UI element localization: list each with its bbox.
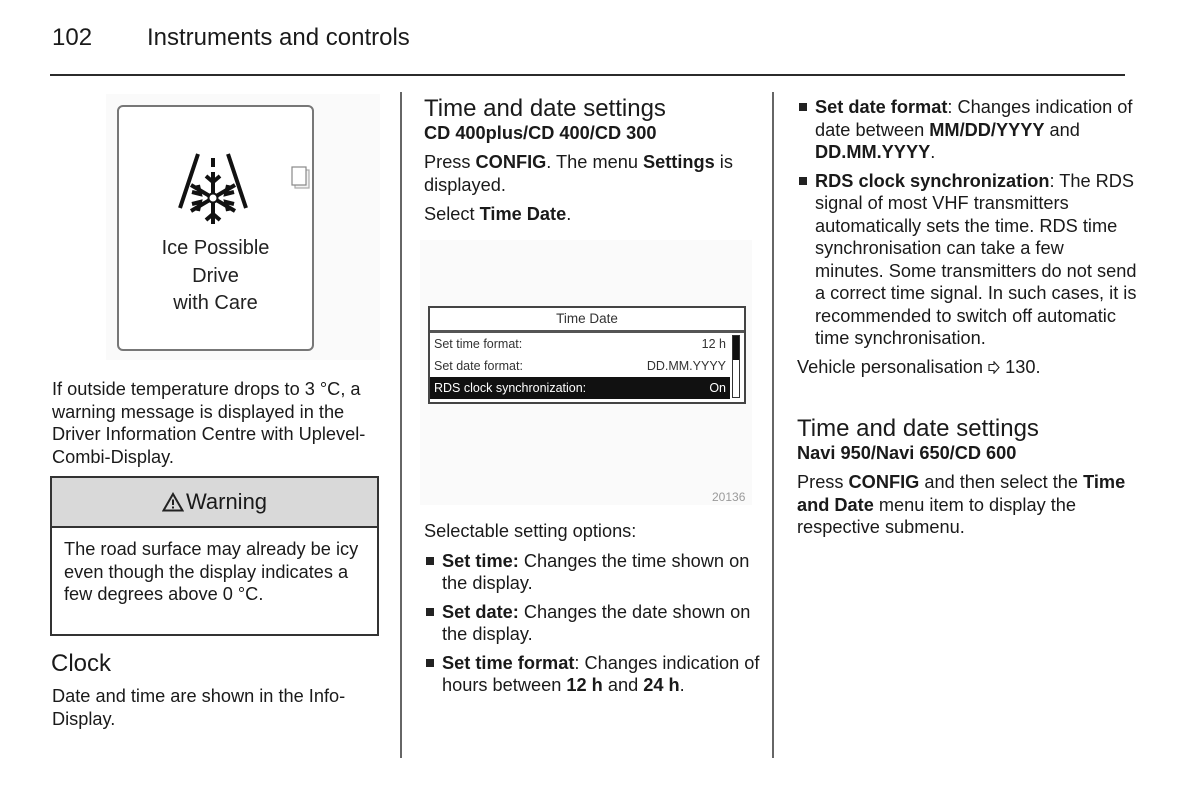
warning-text: The road surface may already be icy even… [64,539,359,604]
clock-paragraph: Date and time are shown in the Info-Disp… [52,686,346,729]
option-desc: and [1044,119,1080,140]
clock-heading: Clock [51,650,112,677]
list-item: Set time format: Changes indication of h… [424,652,764,697]
option-value: 12 h [566,675,603,695]
row-label: Set date format: [434,359,523,373]
header-rule [50,74,1125,76]
list-item: Set date format: Changes indication of d… [797,96,1137,164]
screen-scrollbar[interactable] [732,335,740,398]
text: and then select the [919,472,1084,492]
warning-box: Warning The road surface may already be … [50,476,379,636]
dic-message-line: with Care [173,292,258,314]
row-value: On [709,381,726,395]
section-heading: Time and date settings [797,415,1039,442]
section-subheading: CD 400plus/CD 400/CD 300 [424,123,657,143]
ice-warning-snowflake-icon [178,153,248,224]
text: . The menu [546,152,643,172]
arrow-reference-icon [988,359,1000,375]
column-divider [400,92,402,758]
screen-row-date-format[interactable]: Set date format: DD.MM.YYYY [430,355,744,377]
row-value: 12 h [701,337,726,351]
dic-message: Ice Possible Drive with Care [117,235,314,318]
option-desc: . [679,675,685,695]
option-value: MM/DD/YYYY [929,119,1045,140]
instruction-paragraph: Press CONFIG. The menu Settings is displ… [424,151,764,196]
option-value: DD.MM.YYYY [815,142,931,162]
xref-page: 130. [1000,356,1041,377]
section-subheading: Navi 950/Navi 650/CD 600 [797,443,1017,463]
settings-menu-label: Settings [643,152,715,172]
page-number: 102 [52,24,93,51]
figure-id: 20136 [712,490,746,504]
scrollbar-thumb[interactable] [733,336,739,360]
intro-paragraph: If outside temperature drops to 3 °C, a … [52,379,366,467]
option-term: Set time: [442,550,519,571]
option-desc: : The RDS signal of most VHF transmitter… [815,170,1137,349]
option-term: Set date format [815,97,948,117]
options-list-right: Set date format: Changes indication of d… [797,96,1137,378]
instruction-paragraph: Select Time Date. [424,203,764,226]
dic-message-line: Drive [192,264,239,287]
row-label: Set time format: [434,337,523,351]
text: . [566,204,572,224]
screen-row-rds-sync[interactable]: RDS clock synchronization: On [430,377,730,399]
section-heading: Time and date settings [424,95,666,122]
list-item: Set time: Changes the time shown on the … [424,550,764,595]
text: Press [797,472,849,492]
text: Select [424,204,480,224]
instruction-paragraph: Press CONFIG and then select the Time an… [797,471,1137,539]
list-item: RDS clock synchronization: The RDS signa… [797,170,1137,350]
options-intro: Selectable setting options: [424,521,637,541]
option-desc: and [602,675,644,695]
column-divider [772,92,774,758]
cross-reference[interactable]: Vehicle personalisation 130. [797,356,1137,379]
option-value: 24 h [643,675,680,695]
warning-triangle-icon [161,492,184,512]
option-term: Set time format [442,652,575,673]
row-label: RDS clock synchronization: [434,381,587,395]
page-icon [291,166,310,189]
option-term: Set date: [442,601,519,622]
dic-message-line: Ice Possible [161,237,270,259]
option-desc: . [930,142,936,162]
page-title: Instruments and controls [147,24,410,51]
warning-header: Warning [52,478,377,528]
option-term: RDS clock synchronization [815,170,1050,191]
navi-section: Time and date settings Navi 950/Navi 650… [797,416,1137,539]
xref-text: Vehicle personalisation [797,356,989,377]
list-item: Set date: Changes the date shown on the … [424,601,764,646]
config-button-label: CONFIG [475,152,547,172]
time-date-menu-label: Time Date [479,204,567,224]
row-value: DD.MM.YYYY [646,359,726,373]
text: Press [424,152,476,172]
config-button-label: CONFIG [848,472,920,492]
screen-row-time-format[interactable]: Set time format: 12 h [430,333,744,355]
options-list-middle: Selectable setting options: Set time: Ch… [424,520,764,703]
cd-section: Time and date settings CD 400plus/CD 400… [424,96,764,226]
warning-title: Warning [185,489,268,514]
screen-title: Time Date [430,308,744,333]
time-date-screen: Time Date Set time format: 12 h Set date… [428,306,746,404]
